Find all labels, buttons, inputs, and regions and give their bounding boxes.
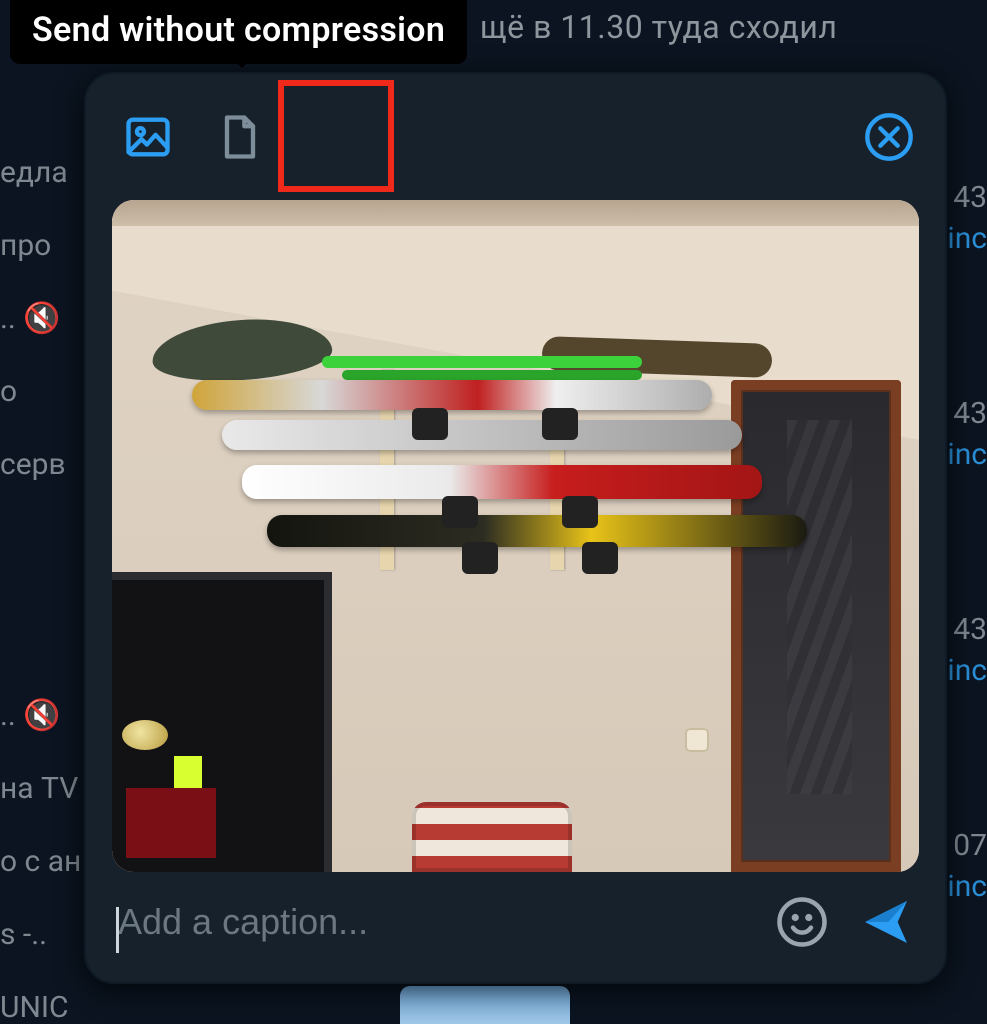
chat-fragment: .. 🔇 <box>0 296 90 341</box>
caption-input[interactable] <box>118 901 583 943</box>
send-as-photo-button[interactable] <box>112 101 184 173</box>
panel-header <box>86 74 945 200</box>
chat-fragment: серв <box>0 442 90 487</box>
chat-list-fragments: едла про .. 🔇 о серв .. 🔇 на TV о с ан s… <box>0 150 90 1024</box>
tooltip-send-without-compression: Send without compression <box>10 0 467 64</box>
send-button[interactable] <box>855 891 917 953</box>
chat-fragment: .. 🔇 <box>0 693 90 738</box>
chat-fragment: UNIC <box>0 985 90 1024</box>
tooltip-text: Send without compression <box>32 10 445 50</box>
chat-fragment: на TV <box>0 766 90 811</box>
chat-fragment: о <box>0 369 90 414</box>
close-button[interactable] <box>861 109 917 165</box>
image-icon <box>122 111 174 163</box>
caption-row <box>86 872 945 982</box>
send-as-file-button[interactable] <box>204 101 276 173</box>
send-icon <box>858 894 914 950</box>
background-thumbnail <box>400 986 570 1024</box>
document-icon <box>214 111 266 163</box>
chat-fragment: s -.. <box>0 912 90 957</box>
smile-icon <box>775 895 829 949</box>
emoji-button[interactable] <box>771 891 833 953</box>
chat-fragment-text: .. 🔇 <box>0 698 61 733</box>
chat-fragment: про <box>0 223 90 268</box>
background-message-fragment: щё в 11.30 туда сходил <box>480 8 967 46</box>
attachment-preview-image[interactable] <box>112 200 919 872</box>
chat-fragment-text: .. 🔇 <box>0 301 61 336</box>
media-attachment-panel <box>84 72 947 984</box>
chat-fragment: о с ан <box>0 839 90 884</box>
close-icon <box>863 111 915 163</box>
chat-fragment: едла <box>0 150 90 195</box>
